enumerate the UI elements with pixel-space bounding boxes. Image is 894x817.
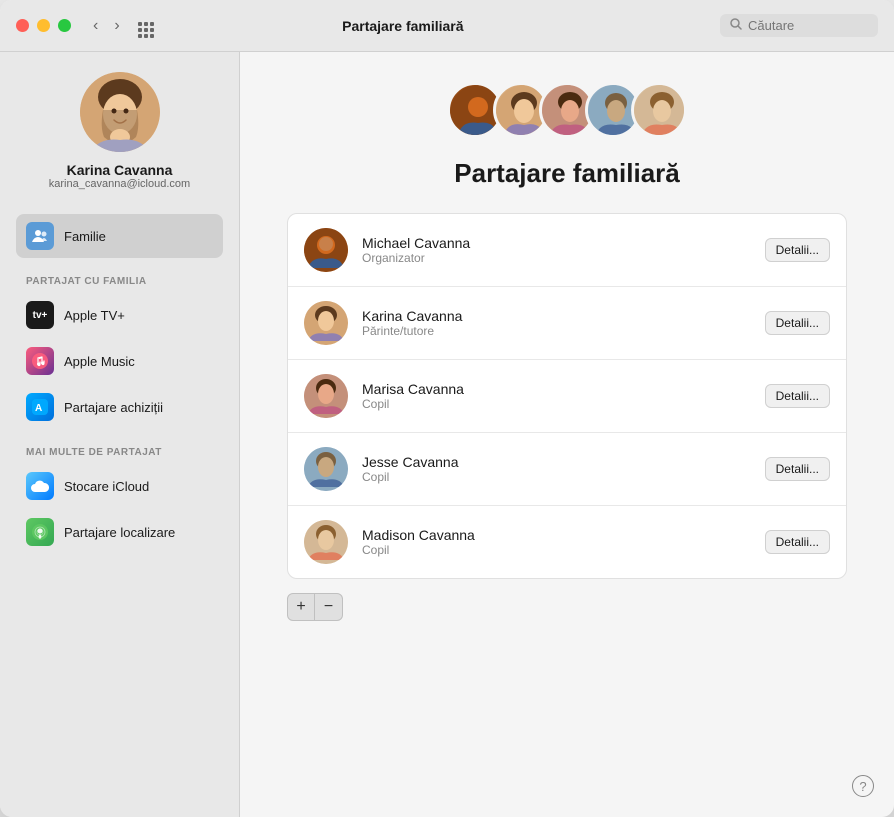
user-profile: Karina Cavanna karina_cavanna@icloud.com bbox=[16, 72, 223, 190]
window-controls bbox=[16, 19, 71, 32]
icloud-icon bbox=[26, 472, 54, 500]
appstore-icon: A bbox=[26, 393, 54, 421]
details-btn-madison[interactable]: Detalii... bbox=[765, 530, 830, 554]
family-list-item-jesse: Jesse Cavanna Copil Detalii... bbox=[288, 433, 846, 506]
search-bar[interactable] bbox=[720, 14, 878, 37]
search-icon bbox=[730, 18, 742, 33]
sidebar-appletv-label: Apple TV+ bbox=[64, 308, 125, 323]
member-name-jesse: Jesse Cavanna bbox=[362, 454, 751, 470]
sidebar-user-email: karina_cavanna@icloud.com bbox=[49, 178, 190, 190]
member-role-jesse: Copil bbox=[362, 470, 751, 484]
member-info-marisa: Marisa Cavanna Copil bbox=[362, 381, 751, 411]
member-role-madison: Copil bbox=[362, 543, 751, 557]
member-info-jesse: Jesse Cavanna Copil bbox=[362, 454, 751, 484]
sidebar-item-localizare[interactable]: Partajare localizare bbox=[16, 510, 223, 554]
user-avatar bbox=[80, 72, 160, 152]
svg-text:A: A bbox=[35, 403, 42, 414]
page-title: Partajare familiară bbox=[454, 158, 679, 189]
sidebar-familie-label: Familie bbox=[64, 229, 106, 244]
help-button[interactable]: ? bbox=[852, 775, 874, 797]
sidebar-item-applemusic[interactable]: Apple Music bbox=[16, 339, 223, 383]
details-btn-karina[interactable]: Detalii... bbox=[765, 311, 830, 335]
sidebar-item-stocare[interactable]: Stocare iCloud bbox=[16, 464, 223, 508]
titlebar: ‹ › Partajare familiară bbox=[0, 0, 894, 52]
member-role-marisa: Copil bbox=[362, 397, 751, 411]
minimize-button[interactable] bbox=[37, 19, 50, 32]
main-content: Partajare familiară bbox=[240, 52, 894, 817]
member-avatar-marisa bbox=[304, 374, 348, 418]
sidebar-localizare-label: Partajare localizare bbox=[64, 525, 175, 540]
member-name-michael: Michael Cavanna bbox=[362, 235, 751, 251]
sidebar-user-name: Karina Cavanna bbox=[67, 162, 173, 178]
remove-member-button[interactable]: − bbox=[315, 593, 343, 621]
family-list: Michael Cavanna Organizator Detalii... bbox=[287, 213, 847, 579]
family-list-item-madison: Madison Cavanna Copil Detalii... bbox=[288, 506, 846, 578]
member-name-madison: Madison Cavanna bbox=[362, 527, 751, 543]
details-btn-marisa[interactable]: Detalii... bbox=[765, 384, 830, 408]
family-list-item-michael: Michael Cavanna Organizator Detalii... bbox=[288, 214, 846, 287]
member-name-karina: Karina Cavanna bbox=[362, 308, 751, 324]
family-list-item-marisa: Marisa Cavanna Copil Detalii... bbox=[288, 360, 846, 433]
member-avatar-michael bbox=[304, 228, 348, 272]
member-avatar-karina bbox=[304, 301, 348, 345]
family-avatar-madison bbox=[631, 82, 687, 138]
sidebar: Karina Cavanna karina_cavanna@icloud.com… bbox=[0, 52, 240, 817]
member-info-michael: Michael Cavanna Organizator bbox=[362, 235, 751, 265]
family-icon bbox=[26, 222, 54, 250]
maximize-button[interactable] bbox=[58, 19, 71, 32]
add-member-button[interactable]: + bbox=[287, 593, 315, 621]
sidebar-stocare-label: Stocare iCloud bbox=[64, 479, 149, 494]
member-avatar-jesse bbox=[304, 447, 348, 491]
member-role-michael: Organizator bbox=[362, 251, 751, 265]
member-name-marisa: Marisa Cavanna bbox=[362, 381, 751, 397]
close-button[interactable] bbox=[16, 19, 29, 32]
sidebar-achizitii-label: Partajare achiziții bbox=[64, 400, 163, 415]
sidebar-item-achizitii[interactable]: A Partajare achiziții bbox=[16, 385, 223, 429]
sidebar-applemusic-label: Apple Music bbox=[64, 354, 135, 369]
sidebar-item-appletv[interactable]: tv+ Apple TV+ bbox=[16, 293, 223, 337]
findmy-icon bbox=[26, 518, 54, 546]
member-info-madison: Madison Cavanna Copil bbox=[362, 527, 751, 557]
app-window: ‹ › Partajare familiară bbox=[0, 0, 894, 817]
sidebar-item-familie[interactable]: Familie bbox=[16, 214, 223, 258]
family-list-item-karina: Karina Cavanna Părinte/tutore Detalii... bbox=[288, 287, 846, 360]
list-actions: + − bbox=[287, 593, 343, 621]
member-avatar-madison bbox=[304, 520, 348, 564]
main-wrapper: Partajare familiară bbox=[240, 52, 894, 817]
window-title: Partajare familiară bbox=[86, 18, 720, 34]
member-info-karina: Karina Cavanna Părinte/tutore bbox=[362, 308, 751, 338]
appletv-icon: tv+ bbox=[26, 301, 54, 329]
details-btn-michael[interactable]: Detalii... bbox=[765, 238, 830, 262]
section-more-header: MAI MULTE DE PARTAJAT bbox=[26, 447, 223, 458]
family-avatars-row bbox=[447, 82, 687, 138]
section-shared-header: PARTAJAT CU FAMILIA bbox=[26, 276, 223, 287]
member-role-karina: Părinte/tutore bbox=[362, 324, 751, 338]
applemusic-icon bbox=[26, 347, 54, 375]
search-input[interactable] bbox=[748, 18, 868, 33]
details-btn-jesse[interactable]: Detalii... bbox=[765, 457, 830, 481]
content-area: Karina Cavanna karina_cavanna@icloud.com… bbox=[0, 52, 894, 817]
